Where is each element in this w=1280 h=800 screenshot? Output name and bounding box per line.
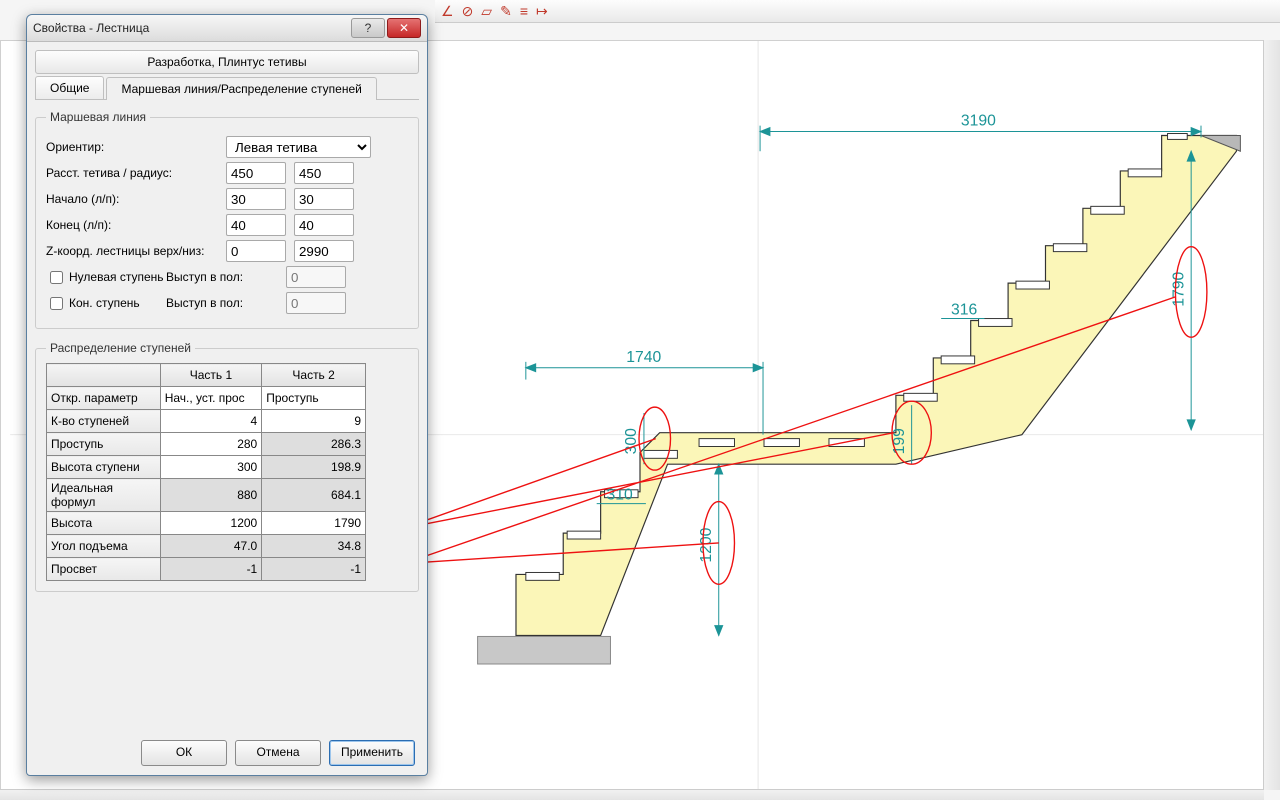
dim-step-316: 316 [951, 302, 978, 319]
tool-icon[interactable]: ≡ [520, 3, 528, 19]
input-end-a[interactable] [226, 214, 286, 236]
top-toolbar: ∠ ⊘ ▱ ✎ ≡ ↦ [435, 0, 1280, 23]
tool-icon[interactable]: ▱ [481, 3, 492, 20]
top-tab-dev[interactable]: Разработка, Плинтус тетивы [35, 50, 419, 74]
check-endstep[interactable] [50, 297, 63, 310]
table-row: Угол подъема47.034.8 [47, 535, 366, 558]
horizontal-scrollbar[interactable] [0, 789, 1264, 800]
tab-common[interactable]: Общие [35, 76, 104, 99]
table-row: Высота ступени300198.9 [47, 456, 366, 479]
input-z-a[interactable] [226, 240, 286, 262]
label-endstep: Кон. ступень [69, 296, 140, 310]
distribution-table[interactable]: Часть 1 Часть 2 Откр. параметрНач., уст.… [46, 363, 366, 581]
cancel-button[interactable]: Отмена [235, 740, 321, 766]
fieldset-march-line: Маршевая линия Ориентир: Левая тетива Ра… [35, 110, 419, 329]
label-end: Конец (л/п): [46, 218, 226, 232]
tool-icon[interactable]: ↦ [536, 3, 548, 20]
label-proj-a: Выступ в пол: [166, 270, 286, 284]
label-proj-b: Выступ в пол: [166, 296, 286, 310]
tool-icon[interactable]: ✎ [500, 3, 512, 20]
label-start: Начало (л/п): [46, 192, 226, 206]
dialog-titlebar[interactable]: Свойства - Лестница ? ✕ [27, 15, 427, 42]
dim-right: 1790 [1170, 271, 1187, 306]
tab-row: Общие Маршевая линия/Распределение ступе… [35, 76, 419, 100]
input-z-b[interactable] [294, 240, 354, 262]
fieldset-distribution: Распределение ступеней Часть 1 Часть 2 О… [35, 341, 419, 592]
input-dist-a[interactable] [226, 162, 286, 184]
table-row: Проступь280286.3 [47, 433, 366, 456]
table-row: Высота12001790 [47, 512, 366, 535]
ok-button[interactable]: ОК [141, 740, 227, 766]
col-part1[interactable]: Часть 1 [160, 364, 262, 387]
help-button[interactable]: ? [351, 18, 385, 38]
input-proj-a [286, 266, 346, 288]
select-orient[interactable]: Левая тетива [226, 136, 371, 158]
tab-march[interactable]: Маршевая линия/Распределение ступеней [106, 77, 376, 100]
label-dist: Расст. тетива / радиус: [46, 166, 226, 180]
dim-300: 300 [623, 428, 640, 455]
check-nullstep[interactable] [50, 271, 63, 284]
tool-icon[interactable]: ∠ [441, 3, 454, 20]
table-row: Просвет-1-1 [47, 558, 366, 581]
input-end-b[interactable] [294, 214, 354, 236]
close-button[interactable]: ✕ [387, 18, 421, 38]
label-orient: Ориентир: [46, 140, 226, 154]
input-start-b[interactable] [294, 188, 354, 210]
vertical-scrollbar[interactable] [1263, 40, 1280, 790]
legend-march: Маршевая линия [46, 110, 150, 124]
input-proj-b [286, 292, 346, 314]
dialog-title: Свойства - Лестница [33, 21, 349, 35]
legend-distrib: Распределение ступеней [46, 341, 195, 355]
input-start-a[interactable] [226, 188, 286, 210]
table-row: К-во ступеней49 [47, 410, 366, 433]
table-row: Идеальная формул880684.1 [47, 479, 366, 512]
properties-dialog: Свойства - Лестница ? ✕ Разработка, Плин… [26, 14, 428, 776]
col-part2[interactable]: Часть 2 [262, 364, 366, 387]
table-row: Откр. параметрНач., уст. просПроступь [47, 387, 366, 410]
tool-icon[interactable]: ⊘ [462, 3, 474, 20]
input-dist-b[interactable] [294, 162, 354, 184]
button-bar: ОК Отмена Применить [141, 740, 415, 766]
dim-top: 3190 [961, 113, 996, 130]
label-nullstep: Нулевая ступень [69, 270, 164, 284]
dim-1200: 1200 [698, 527, 715, 562]
apply-button[interactable]: Применить [329, 740, 415, 766]
dim-mid-len: 1740 [626, 349, 661, 366]
label-z: Z-коорд. лестницы верх/низ: [46, 244, 226, 258]
